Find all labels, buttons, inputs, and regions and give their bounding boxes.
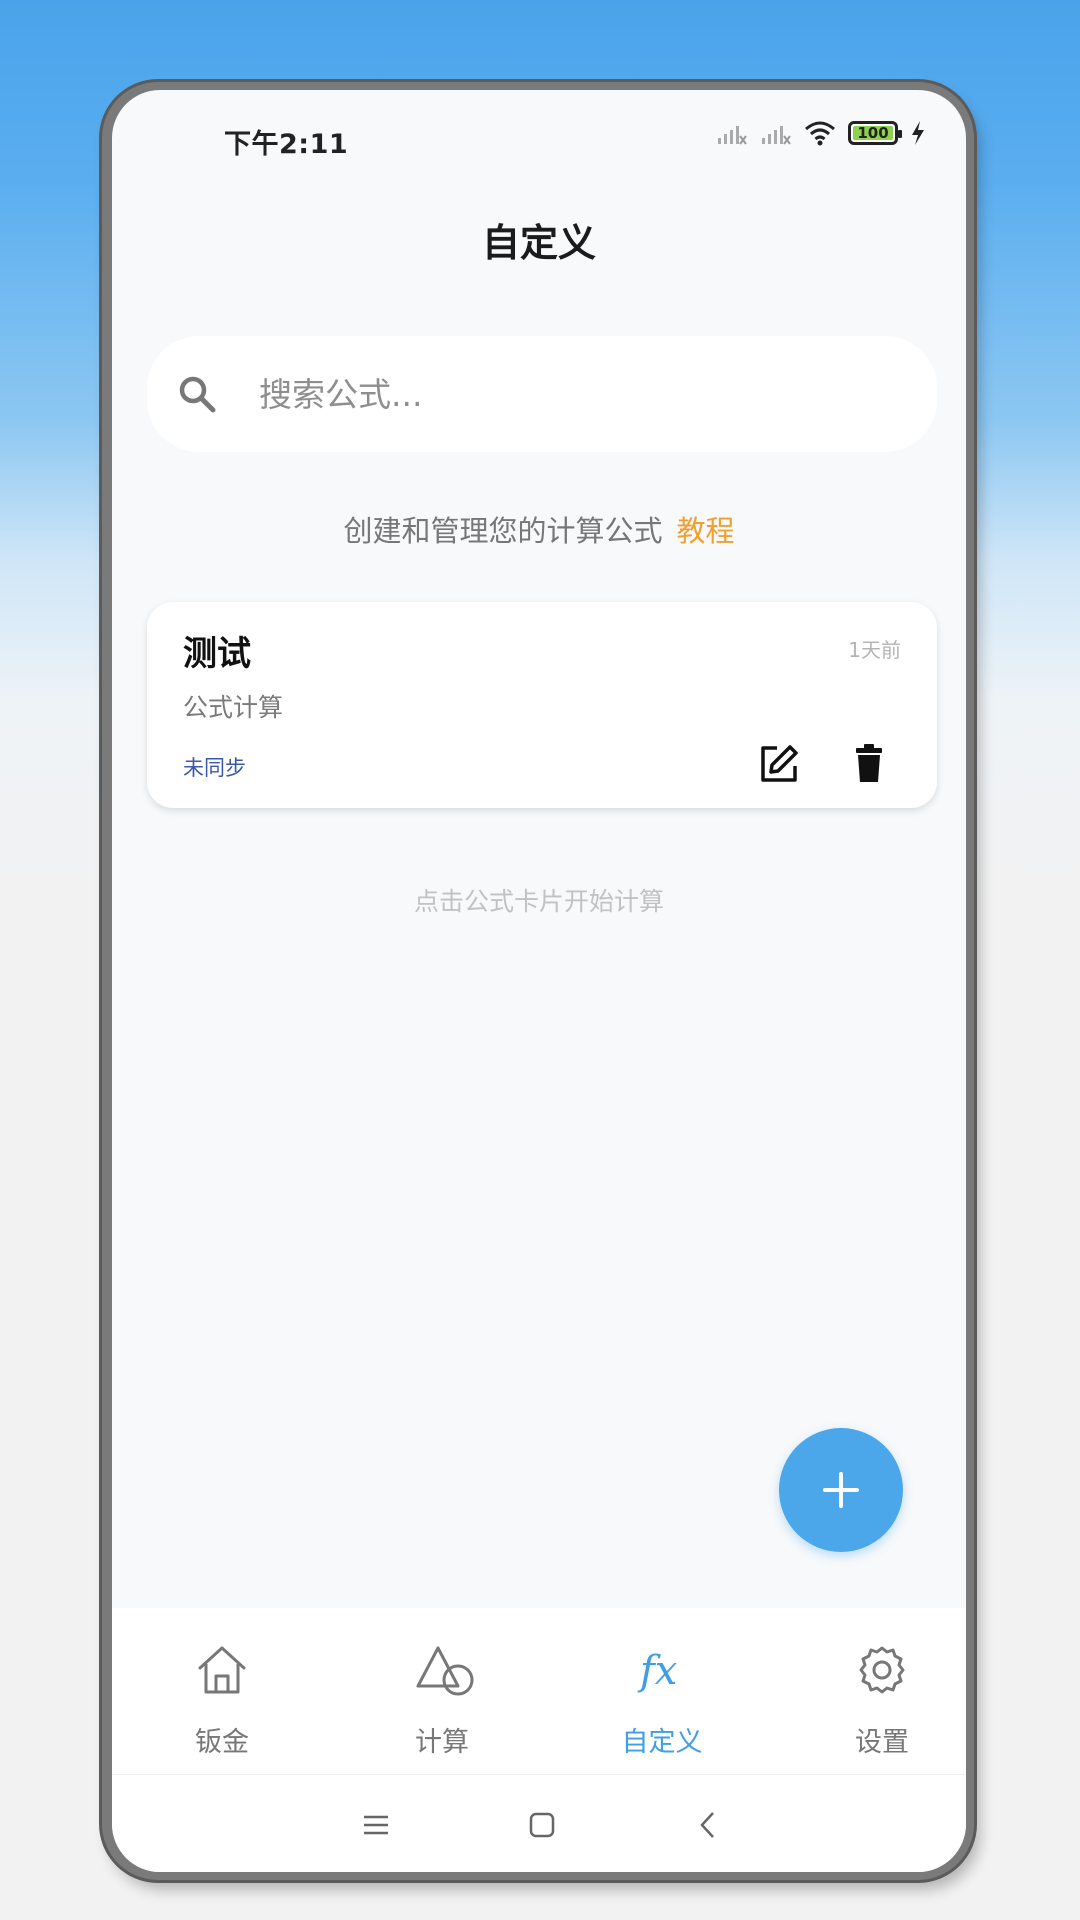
nav-label: 设置 <box>855 1727 909 1758</box>
intro-text: 创建和管理您的计算公式 教程 <box>112 508 966 550</box>
signal-icon <box>718 126 747 145</box>
home-icon <box>198 1646 246 1694</box>
square-icon <box>529 1812 555 1838</box>
fx-icon: fx <box>637 1648 677 1694</box>
edit-button[interactable] <box>757 742 801 786</box>
app-screen: 下午2:11 100 自定义 搜索公式... 创建和管理您的计算公式 教程 测试… <box>112 90 966 1872</box>
page-title: 自定义 <box>481 221 596 265</box>
trash-icon <box>856 744 882 782</box>
plus-icon <box>823 1472 859 1508</box>
battery-icon: 100 <box>848 121 902 145</box>
formula-time: 1天前 <box>848 638 901 662</box>
nav-item-calculate[interactable]: 计算 <box>342 1608 542 1774</box>
search-bar[interactable] <box>147 336 937 452</box>
hint-text: 点击公式卡片开始计算 <box>413 887 664 916</box>
intro-label: 创建和管理您的计算公式 <box>343 514 663 548</box>
chevron-left-icon <box>700 1812 714 1838</box>
back-button[interactable] <box>688 1805 728 1845</box>
signal-icon <box>762 126 791 145</box>
formula-card[interactable]: 测试 1天前 公式计算 未同步 <box>147 602 937 808</box>
search-icon <box>179 376 216 413</box>
wifi-icon <box>805 121 835 146</box>
menu-button[interactable] <box>356 1805 396 1845</box>
add-formula-button[interactable] <box>779 1428 903 1552</box>
svg-text:fx: fx <box>637 1648 677 1694</box>
nav-label: 钣金 <box>195 1727 249 1758</box>
sync-status: 未同步 <box>183 756 246 780</box>
menu-icon <box>364 1815 388 1835</box>
home-button[interactable] <box>522 1805 562 1845</box>
charging-icon <box>912 121 924 145</box>
formula-title: 测试 <box>183 634 251 674</box>
shapes-icon <box>416 1646 474 1696</box>
tutorial-link[interactable]: 教程 <box>677 514 735 548</box>
search-input[interactable] <box>259 366 899 422</box>
nav-item-settings[interactable]: 设置 <box>782 1608 966 1774</box>
system-nav-bar <box>112 1774 966 1872</box>
edit-icon <box>761 745 798 782</box>
status-icons: 100 <box>716 120 926 146</box>
nav-label: 计算 <box>415 1727 469 1758</box>
status-time: 下午2:11 <box>224 129 349 160</box>
delete-button[interactable] <box>847 742 891 786</box>
battery-level: 100 <box>853 124 893 142</box>
bottom-nav: 钣金 计算 fx 自定义 设置 <box>112 1608 966 1774</box>
gear-icon <box>859 1646 905 1694</box>
formula-description: 公式计算 <box>183 693 284 722</box>
nav-label: 自定义 <box>621 1727 703 1758</box>
nav-item-sheet-metal[interactable]: 钣金 <box>122 1608 322 1774</box>
nav-item-custom[interactable]: fx 自定义 <box>562 1608 762 1774</box>
